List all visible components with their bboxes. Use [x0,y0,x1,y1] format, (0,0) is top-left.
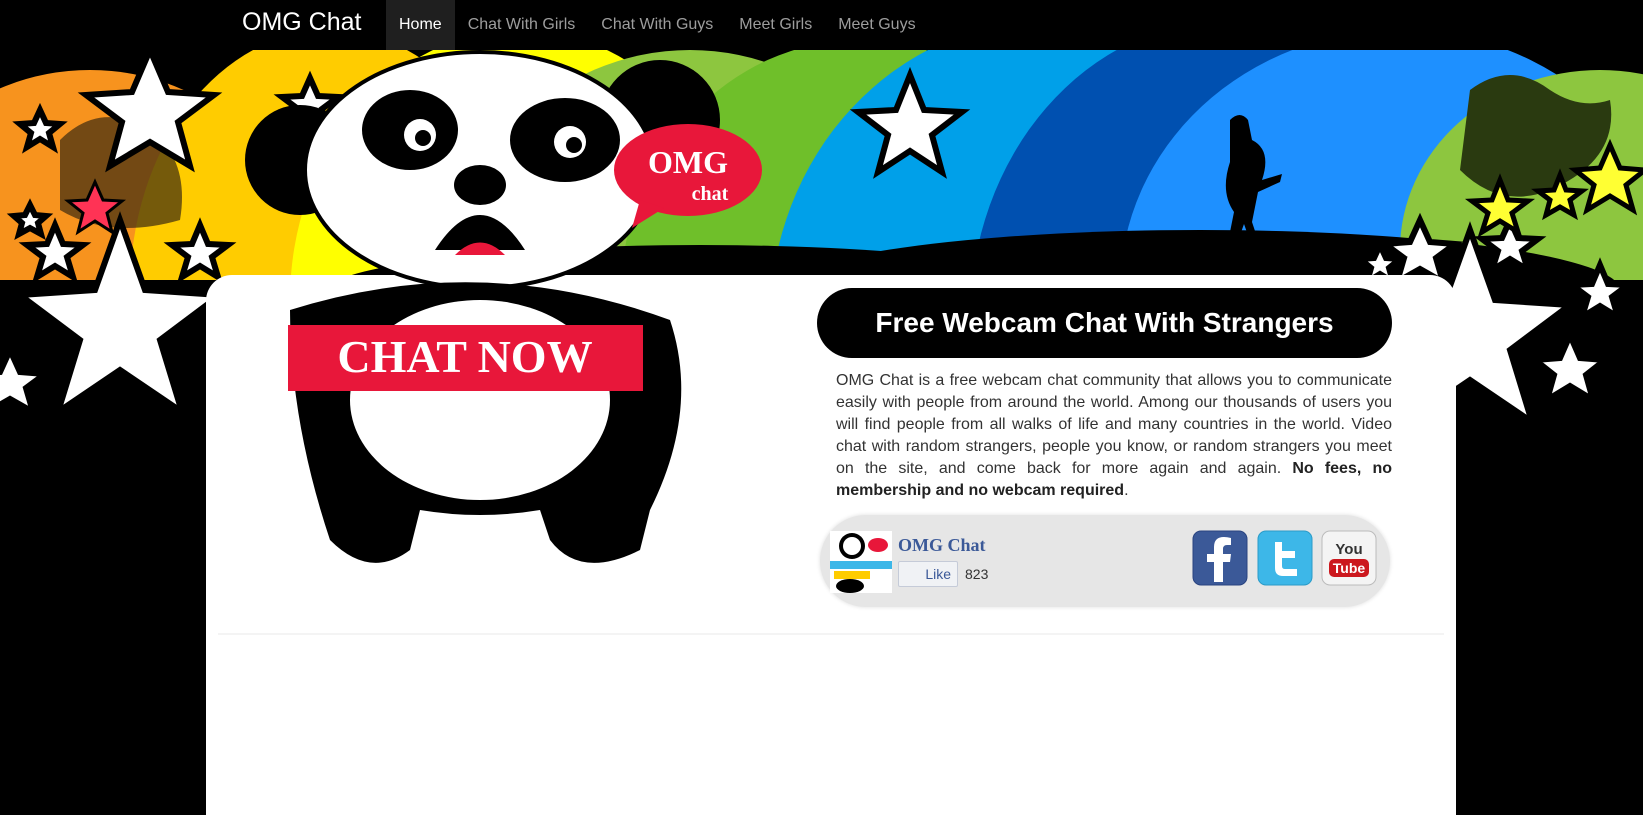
nav-item-meet-guys[interactable]: Meet Guys [825,0,928,50]
facebook-icon[interactable] [1192,530,1248,586]
like-button[interactable]: Like [898,561,958,587]
nav-item-chat-with-guys[interactable]: Chat With Guys [588,0,726,50]
facebook-page-name[interactable]: OMG Chat [898,535,986,556]
divider [218,633,1444,635]
description-text: OMG Chat is a free webcam chat community… [836,370,1392,502]
nav-item-home[interactable]: Home [386,0,455,50]
main-nav: Home Chat With Girls Chat With Guys Meet… [386,0,929,50]
chat-now-label: CHAT NOW [337,331,592,382]
description-end: . [1124,482,1129,499]
top-navbar: OMG Chat Home Chat With Girls Chat With … [0,0,1643,50]
svg-text:chat: chat [692,183,729,205]
nav-item-meet-girls[interactable]: Meet Girls [726,0,825,50]
svg-text:OMG: OMG [648,144,728,180]
facebook-page-thumbnail[interactable] [830,531,892,593]
panda-mascot-icon: CHAT NOW OMG chat [245,50,762,563]
brand-link[interactable]: OMG Chat [242,8,361,37]
svg-text:You: You [1335,541,1362,558]
chat-now-panda[interactable]: CHAT NOW OMG chat [240,50,800,570]
social-bar: OMG Chat Like 823 You Tube [820,515,1390,607]
youtube-icon[interactable]: You Tube [1321,530,1377,586]
page-title: Free Webcam Chat With Strangers [817,288,1392,358]
twitter-icon[interactable] [1257,530,1313,586]
svg-text:Tube: Tube [1333,560,1366,576]
nav-item-chat-with-girls[interactable]: Chat With Girls [455,0,589,50]
like-count: 823 [965,566,989,582]
